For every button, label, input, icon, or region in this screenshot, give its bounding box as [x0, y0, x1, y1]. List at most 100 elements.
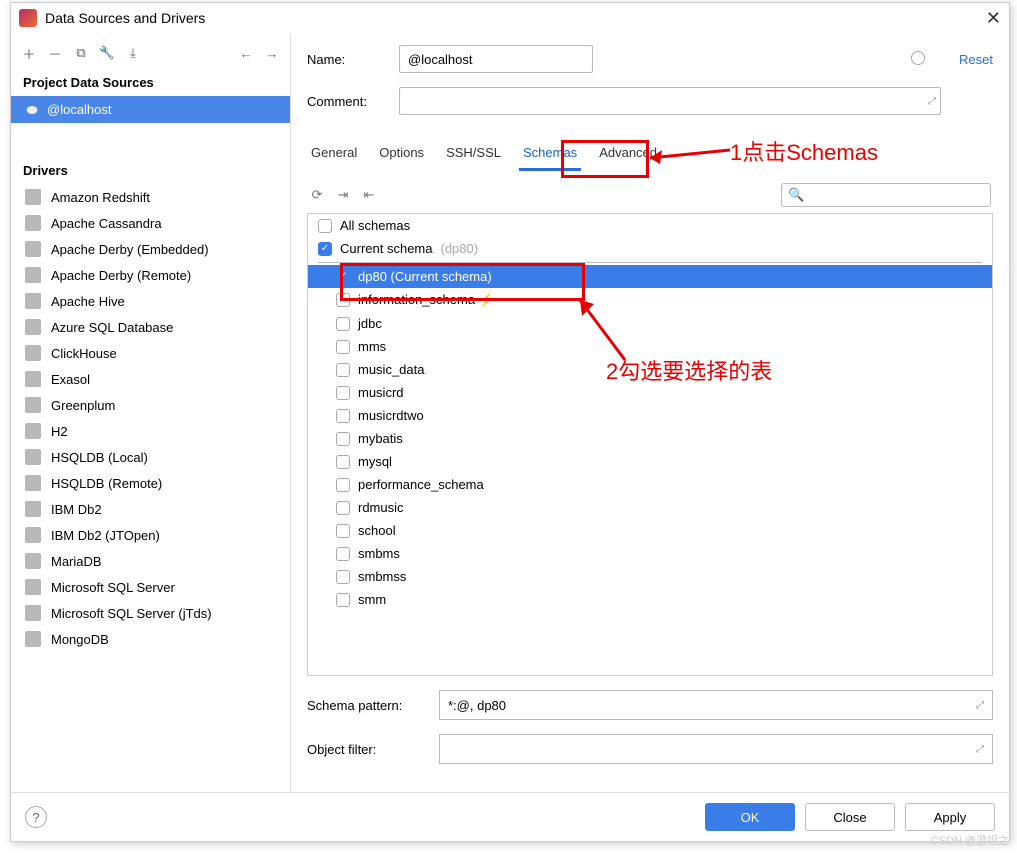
checkbox[interactable] [336, 524, 350, 538]
driver-item[interactable]: HSQLDB (Remote) [11, 470, 290, 496]
driver-item[interactable]: Amazon Redshift [11, 184, 290, 210]
driver-item[interactable]: Microsoft SQL Server (jTds) [11, 600, 290, 626]
schema-list[interactable]: All schemas ✓ Current schema (dp80) ✓dp8… [307, 213, 993, 676]
schema-item[interactable]: rdmusic [308, 496, 992, 519]
schema-all[interactable]: All schemas [308, 214, 992, 237]
expand-icon[interactable]: ⤢ [928, 96, 936, 107]
close-button[interactable]: Close [805, 803, 895, 831]
schema-item[interactable]: mms [308, 335, 992, 358]
left-panel: ＋ － ⧉ 🔧 ⤓ ← → Project Data Sources @loca… [11, 33, 291, 792]
ok-button[interactable]: OK [705, 803, 795, 831]
checkbox[interactable] [336, 432, 350, 446]
tab-advanced[interactable]: Advanced [595, 139, 661, 171]
copy-icon[interactable]: ⧉ [73, 45, 89, 61]
checkbox[interactable] [336, 547, 350, 561]
driver-item[interactable]: HSQLDB (Local) [11, 444, 290, 470]
tab-general[interactable]: General [307, 139, 361, 171]
driver-label: Microsoft SQL Server (jTds) [51, 606, 212, 621]
checkbox[interactable] [336, 501, 350, 515]
refresh-icon[interactable]: ⟳ [309, 187, 325, 203]
chart-icon[interactable]: ⤓ [125, 45, 141, 61]
remove-icon[interactable]: － [47, 45, 63, 61]
driver-item[interactable]: MariaDB [11, 548, 290, 574]
driver-list[interactable]: Amazon Redshift Apache Cassandra Apache De… [11, 184, 290, 784]
checkbox[interactable]: ✓ [318, 242, 332, 256]
driver-item[interactable]: Apache Derby (Remote) [11, 262, 290, 288]
schema-label: All schemas [340, 218, 410, 233]
checkbox[interactable] [336, 293, 350, 307]
name-input[interactable] [399, 45, 593, 73]
schema-item[interactable]: school [308, 519, 992, 542]
help-icon[interactable]: ? [25, 806, 47, 828]
schema-item[interactable]: smbms [308, 542, 992, 565]
checkbox[interactable] [336, 317, 350, 331]
expand-icon[interactable]: ⤢ [976, 700, 984, 711]
checkbox[interactable] [336, 386, 350, 400]
name-label: Name: [307, 52, 387, 67]
schema-item[interactable]: musicrdtwo [308, 404, 992, 427]
driver-item[interactable]: Apache Hive [11, 288, 290, 314]
checkbox[interactable] [336, 478, 350, 492]
driver-item[interactable]: IBM Db2 (JTOpen) [11, 522, 290, 548]
driver-icon [25, 215, 41, 231]
checkbox[interactable] [336, 570, 350, 584]
expand-icon[interactable]: ⤢ [976, 744, 984, 755]
expand-icon[interactable]: ⇥ [335, 187, 351, 203]
pattern-value: *:@, dp80 [448, 698, 506, 713]
driver-label: Apache Cassandra [51, 216, 162, 231]
checkbox[interactable] [336, 409, 350, 423]
schema-item[interactable]: mysql [308, 450, 992, 473]
driver-item[interactable]: H2 [11, 418, 290, 444]
schema-label: Current schema [340, 241, 432, 256]
schema-item[interactable]: musicrd [308, 381, 992, 404]
add-icon[interactable]: ＋ [21, 45, 37, 61]
schema-item[interactable]: music_data [308, 358, 992, 381]
schema-current[interactable]: ✓ Current schema (dp80) [308, 237, 992, 260]
driver-label: Azure SQL Database [51, 320, 173, 335]
filter-input[interactable]: ⤢ [439, 734, 993, 764]
comment-input[interactable]: ⤢ [399, 87, 941, 115]
schema-item[interactable]: mybatis [308, 427, 992, 450]
driver-item[interactable]: Apache Cassandra [11, 210, 290, 236]
reset-link[interactable]: Reset [959, 52, 993, 67]
driver-label: IBM Db2 [51, 502, 102, 517]
datasource-item[interactable]: @localhost [11, 96, 290, 123]
project-ds-header: Project Data Sources [11, 65, 290, 96]
driver-icon [25, 267, 41, 283]
collapse-icon[interactable]: ⇤ [361, 187, 377, 203]
wrench-icon[interactable]: 🔧 [99, 45, 115, 61]
checkbox[interactable]: ✓ [336, 270, 350, 284]
schema-item[interactable]: information_schema ⚡ [308, 288, 992, 312]
schema-label: jdbc [358, 316, 382, 331]
schema-item[interactable]: jdbc [308, 312, 992, 335]
driver-item[interactable]: Exasol [11, 366, 290, 392]
driver-item[interactable]: Azure SQL Database [11, 314, 290, 340]
checkbox[interactable] [318, 219, 332, 233]
driver-item[interactable]: Greenplum [11, 392, 290, 418]
driver-icon [25, 553, 41, 569]
checkbox[interactable] [336, 593, 350, 607]
close-icon[interactable]: ✕ [986, 8, 1001, 29]
apply-button[interactable]: Apply [905, 803, 995, 831]
driver-item[interactable]: ClickHouse [11, 340, 290, 366]
tab-sshssl[interactable]: SSH/SSL [442, 139, 505, 171]
circle-icon[interactable] [911, 51, 925, 65]
pattern-input[interactable]: *:@, dp80 ⤢ [439, 690, 993, 720]
redo-icon[interactable]: → [264, 45, 280, 61]
driver-item[interactable]: Microsoft SQL Server [11, 574, 290, 600]
schema-item[interactable]: performance_schema [308, 473, 992, 496]
schema-item[interactable]: smm [308, 588, 992, 611]
left-toolbar: ＋ － ⧉ 🔧 ⤓ ← → [11, 41, 290, 65]
checkbox[interactable] [336, 455, 350, 469]
schema-item[interactable]: smbmss [308, 565, 992, 588]
schema-item[interactable]: ✓dp80 (Current schema) [308, 265, 992, 288]
driver-item[interactable]: Apache Derby (Embedded) [11, 236, 290, 262]
undo-icon[interactable]: ← [238, 45, 254, 61]
checkbox[interactable] [336, 363, 350, 377]
tab-schemas[interactable]: Schemas [519, 139, 581, 171]
schema-search[interactable]: 🔍 [781, 183, 991, 207]
checkbox[interactable] [336, 340, 350, 354]
tab-options[interactable]: Options [375, 139, 428, 171]
driver-item[interactable]: IBM Db2 [11, 496, 290, 522]
driver-item[interactable]: MongoDB [11, 626, 290, 652]
